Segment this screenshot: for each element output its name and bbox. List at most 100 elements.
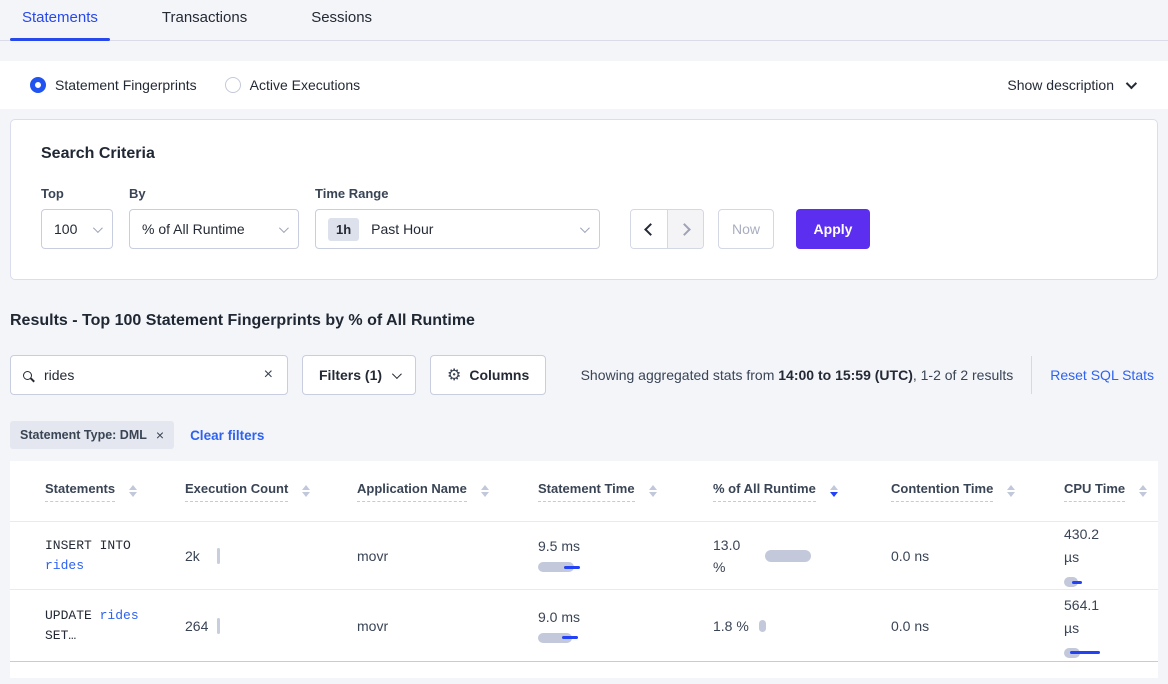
runtime-cell: 13.0 % [678,534,856,578]
column-header-application-name[interactable]: Application Name [322,481,503,502]
results-heading: Results - Top 100 Statement Fingerprints… [10,312,1158,330]
reset-sql-stats-link[interactable]: Reset SQL Stats [1050,367,1154,383]
stats-suffix: , 1-2 of 2 results [913,367,1013,383]
columns-button-label: Columns [469,367,529,383]
chevron-down-icon [1126,78,1137,89]
sort-icon[interactable] [1139,485,1147,498]
column-header-contention-time[interactable]: Contention Time [856,481,1029,502]
filters-button[interactable]: Filters (1) [302,355,416,395]
statement-keyword: INSERT INTO [45,538,131,553]
chevron-down-icon [392,369,402,379]
time-range-select[interactable]: 1h Past Hour [315,209,600,249]
time-range-badge: 1h [328,218,359,241]
search-criteria-title: Search Criteria [41,145,1127,163]
radio-active-executions[interactable]: Active Executions [225,77,361,93]
statement-link[interactable]: rides [45,558,84,573]
column-header-statement-time[interactable]: Statement Time [503,481,678,502]
statement-keyword: UPDATE [45,608,100,623]
by-select-value: % of All Runtime [142,221,245,237]
cpu-time-cell: 430.2 µs [1029,523,1158,588]
sort-icon[interactable] [302,485,310,498]
top-label: Top [41,186,113,201]
statement-time-bar [538,632,678,644]
tab-statements[interactable]: Statements [10,9,110,40]
apply-button[interactable]: Apply [796,209,870,249]
column-header-runtime[interactable]: % of All Runtime [678,481,856,502]
sort-icon[interactable] [1007,485,1015,498]
execution-count-cell: 2k [150,548,322,564]
radio-selected-icon[interactable] [30,77,46,93]
statement-time-cell: 9.5 ms [503,538,678,573]
chevron-down-icon [580,223,590,233]
radio-active-executions-label: Active Executions [250,77,361,93]
application-name-cell: movr [322,618,503,634]
tab-sessions[interactable]: Sessions [299,9,384,40]
search-criteria-form: Top 100 By % of All Runtime Time Range 1… [41,186,1127,249]
chevron-left-icon [644,223,657,236]
stats-time-range: 14:00 to 15:59 (UTC) [778,367,913,383]
contention-time-cell: 0.0 ns [856,548,1029,564]
statement-time-bar [538,561,678,573]
chevron-down-icon [279,223,289,233]
results-toolbar: × Filters (1) ⚙ Columns Showing aggregat… [10,355,1158,395]
top-select[interactable]: 100 [41,209,113,249]
sort-icon[interactable] [649,485,657,498]
time-range-label: Time Range [315,186,600,201]
radio-statement-fingerprints[interactable]: Statement Fingerprints [30,77,197,93]
time-range-next-button[interactable] [667,210,703,248]
view-mode-bar: Statement Fingerprints Active Executions… [0,61,1168,109]
by-select[interactable]: % of All Runtime [129,209,299,249]
cpu-time-cell: 564.1 µs [1029,594,1158,659]
stats-prefix: Showing aggregated stats from [581,367,779,383]
time-range-field: Time Range 1h Past Hour [315,186,600,249]
statements-table: Statements Execution Count Application N… [10,461,1158,678]
cpu-time-bar [1064,647,1158,659]
aggregated-stats-text: Showing aggregated stats from 14:00 to 1… [581,367,1014,383]
chevron-right-icon [678,223,691,236]
gear-icon: ⚙ [447,365,461,385]
runtime-cell: 1.8 % [678,615,856,637]
statement-link[interactable]: rides [100,608,139,623]
sort-icon[interactable] [481,485,489,498]
show-description-label: Show description [1007,77,1114,93]
statement-time-cell: 9.0 ms [503,609,678,644]
filter-chip-label: Statement Type: DML [20,428,147,442]
table-row[interactable]: UPDATE rides SET… 264 movr 9.0 ms 1.8 % … [10,589,1158,662]
statement-cell: UPDATE rides SET… [10,606,150,646]
now-button[interactable]: Now [718,209,774,249]
columns-button[interactable]: ⚙ Columns [430,355,546,395]
by-label: By [129,186,299,201]
top-select-value: 100 [54,221,77,237]
time-range-arrows [630,209,704,249]
statement-keyword: SET… [45,628,76,643]
chevron-down-icon [93,223,103,233]
radio-unselected-icon[interactable] [225,77,241,93]
filters-button-label: Filters (1) [319,367,382,383]
search-input[interactable] [44,367,262,383]
filter-chip-statement-type[interactable]: Statement Type: DML × [10,421,174,449]
sort-icon-active-desc[interactable] [830,485,838,498]
by-field: By % of All Runtime [129,186,299,249]
table-bottom-border [10,661,1158,662]
table-header-row: Statements Execution Count Application N… [10,461,1158,521]
contention-time-cell: 0.0 ns [856,618,1029,634]
column-header-statements[interactable]: Statements [10,481,150,502]
execution-count-cell: 264 [150,618,322,634]
cpu-time-bar [1064,576,1158,588]
column-header-execution-count[interactable]: Execution Count [150,481,322,502]
search-clear-icon[interactable]: × [262,366,275,384]
time-range-prev-button[interactable] [631,210,667,248]
execution-count-bar [217,548,220,564]
search-box[interactable]: × [10,355,288,395]
sort-icon[interactable] [129,485,137,498]
execution-count-bar [217,618,220,634]
tab-transactions[interactable]: Transactions [150,9,259,40]
application-name-cell: movr [322,548,503,564]
show-description-toggle[interactable]: Show description [1007,77,1134,93]
column-header-cpu-time[interactable]: CPU Time [1029,481,1158,502]
time-range-value: Past Hour [371,221,433,237]
clear-filters-link[interactable]: Clear filters [190,428,264,443]
top-field: Top 100 [41,186,113,249]
table-row[interactable]: INSERT INTO rides 2k movr 9.5 ms 13.0 % … [10,521,1158,589]
filter-chip-close-icon[interactable]: × [156,427,164,443]
